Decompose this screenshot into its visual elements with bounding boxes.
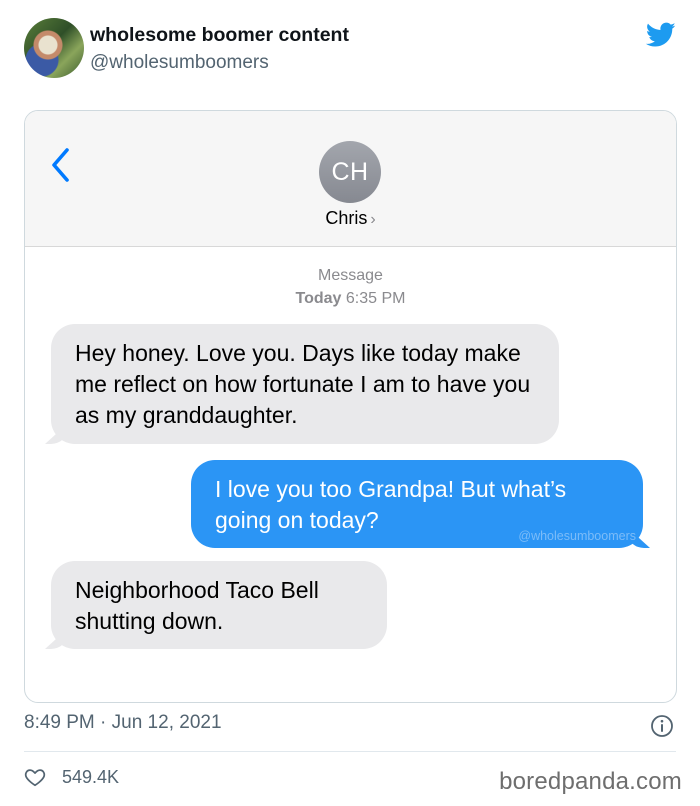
info-icon[interactable] [650,714,674,738]
watermark: @wholesumboomers [518,529,636,543]
message-meta-time: Today 6:35 PM [25,290,676,308]
user-handle[interactable]: @wholesumboomers [90,52,269,74]
meta-time: 6:35 PM [345,290,406,307]
avatar[interactable] [24,18,84,78]
contact-name: Chris [325,208,368,228]
message-meta-label: Message [318,267,383,284]
chevron-right-icon: › [370,211,376,228]
screenshot-image[interactable]: CH Chris › Message Today 6:35 PM Hey hone… [24,110,677,703]
incoming-message-bubble: Hey honey. Love you. Days like today mak… [51,324,559,444]
incoming-message-bubble: Neighborhood Taco Bell shutting down. [51,561,387,649]
back-chevron-icon [52,148,69,182]
like-button[interactable]: 549.4K [24,764,119,790]
contact-avatar: CH [319,141,381,203]
like-count: 549.4K [62,766,120,787]
meta-day: Today [295,290,342,307]
tweet-header: wholesome boomer content @wholesumboomer… [24,18,676,80]
contact-name-row: Chris › [25,208,676,229]
source-watermark: boredpanda.com [499,768,682,795]
twitter-bird-icon[interactable] [646,22,676,48]
imessage-header: CH Chris › [25,111,676,247]
tweet-timestamp[interactable]: 8:49 PM · Jun 12, 2021 [24,712,222,734]
divider [24,751,676,752]
display-name[interactable]: wholesome boomer content [90,24,349,47]
heart-icon[interactable] [24,766,46,788]
